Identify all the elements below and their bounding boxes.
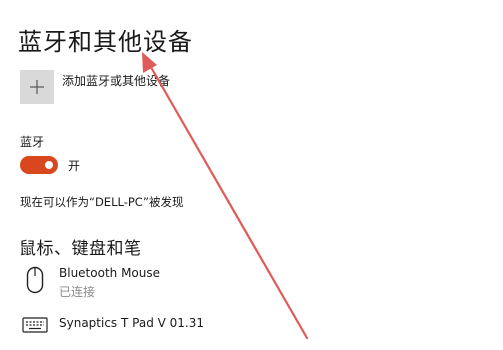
device-name: Synaptics T Pad V 01.31 bbox=[59, 316, 205, 330]
bluetooth-toggle-row: 开 bbox=[20, 156, 80, 174]
device-item-mouse[interactable]: Bluetooth Mouse 已连接 bbox=[20, 266, 160, 300]
section-heading: 鼠标、键盘和笔 bbox=[19, 239, 142, 259]
bluetooth-label: 蓝牙 bbox=[20, 135, 45, 149]
mouse-icon bbox=[20, 266, 50, 294]
toggle-state-label: 开 bbox=[68, 158, 81, 173]
bluetooth-toggle[interactable] bbox=[20, 156, 58, 174]
add-device-label[interactable]: 添加蓝牙或其他设备 bbox=[62, 72, 170, 89]
keyboard-icon bbox=[20, 316, 50, 334]
device-name: Bluetooth Mouse bbox=[59, 266, 161, 280]
plus-icon[interactable] bbox=[20, 70, 54, 104]
device-text: Synaptics T Pad V 01.31 bbox=[59, 316, 204, 330]
device-text: Bluetooth Mouse 已连接 bbox=[59, 266, 160, 300]
device-status: 已连接 bbox=[59, 285, 96, 299]
device-item-touchpad[interactable]: Synaptics T Pad V 01.31 bbox=[20, 316, 204, 334]
toggle-knob bbox=[45, 161, 53, 169]
discoverable-text: 现在可以作为“DELL-PC”被发现 bbox=[20, 195, 184, 209]
page-title: 蓝牙和其他设备 bbox=[18, 28, 193, 56]
add-device-button[interactable]: 添加蓝牙或其他设备 bbox=[20, 70, 170, 104]
